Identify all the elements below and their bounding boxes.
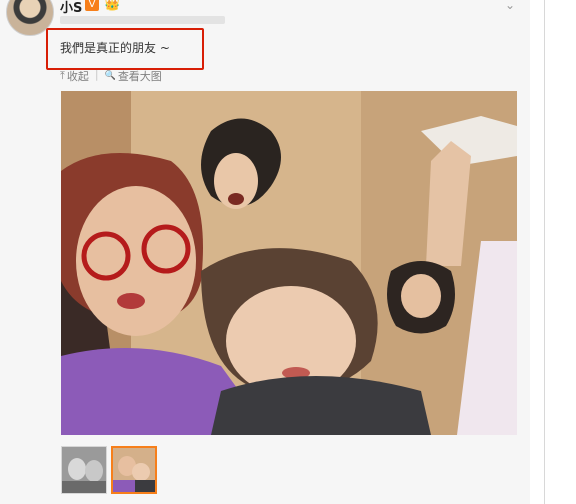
collapse-label: 收起 — [66, 70, 89, 83]
post-photo[interactable] — [61, 91, 517, 435]
collapse-icon: ⤒ — [60, 69, 65, 82]
verified-badge-icon: V — [85, 0, 99, 11]
weibo-post-card: 小S V 👑 ⌄ 我們是真正的朋友 ~ ⤒ 收起 | 🔍 查看大图 — [0, 0, 530, 504]
more-options-icon[interactable]: ⌄ — [505, 0, 515, 12]
right-gutter — [530, 0, 576, 504]
view-large-label: 查看大图 — [117, 70, 162, 83]
username[interactable]: 小S — [60, 0, 82, 16]
post-meta-line — [60, 16, 225, 24]
post-text: 我們是真正的朋友 ~ — [60, 41, 170, 55]
thumbnail-strip — [61, 446, 157, 494]
scroll-divider — [544, 0, 545, 504]
thumbnail-2[interactable] — [111, 446, 157, 494]
thumbnail-1[interactable] — [61, 446, 107, 494]
view-large-button[interactable]: 🔍 查看大图 — [105, 68, 162, 84]
post-media-toolbar: ⤒ 收起 | 🔍 查看大图 — [60, 68, 162, 84]
search-icon: 🔍 — [104, 71, 116, 81]
crown-icon: 👑 — [104, 0, 121, 12]
collapse-button[interactable]: ⤒ 收起 — [60, 68, 89, 84]
toolbar-divider: | — [94, 68, 99, 81]
